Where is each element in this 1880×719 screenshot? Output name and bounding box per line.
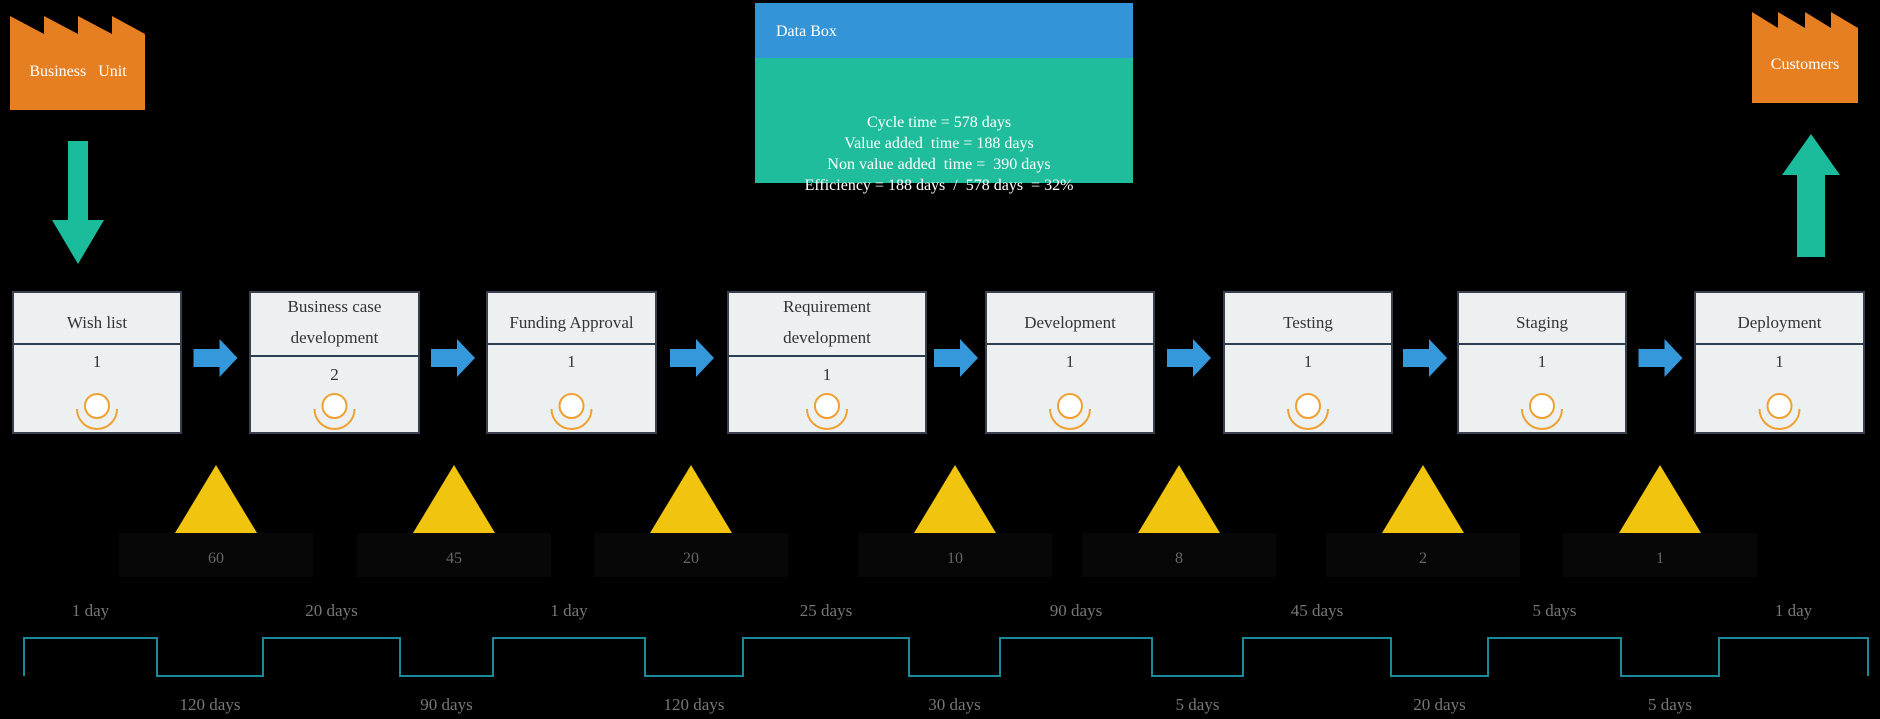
inventory-count: 2 <box>1419 550 1427 567</box>
operator-count: 2 <box>330 365 339 384</box>
inventory: 1 <box>1563 465 1757 577</box>
process-box[interactable]: Requirement development 1 <box>727 291 927 434</box>
waiting-time: 120 days <box>664 695 725 714</box>
value-added-time: 5 days <box>1533 601 1577 620</box>
push-arrow-icon <box>1167 339 1211 377</box>
process-box[interactable]: Deployment 1 <box>1694 291 1865 434</box>
waiting-time: 30 days <box>928 695 980 714</box>
process-box[interactable]: Staging 1 <box>1457 291 1627 434</box>
process-name: Development <box>1024 313 1116 332</box>
value-added-time: 25 days <box>800 601 852 620</box>
data-box-line: Cycle time = 578 days <box>867 114 1011 131</box>
waiting-time: 120 days <box>180 695 241 714</box>
value-added-time: 1 day <box>72 601 110 620</box>
process-box[interactable]: Business case development 2 <box>249 291 420 434</box>
process-name: Deployment <box>1737 313 1821 332</box>
inventory-triangle-icon <box>1382 465 1464 533</box>
data-box-line: Non value added time = 390 days <box>827 156 1050 173</box>
inventory-count: 8 <box>1175 550 1183 567</box>
inventory: 10 <box>858 465 1052 577</box>
process-name: development <box>783 328 871 347</box>
supplier-label: Business Unit <box>29 63 127 80</box>
value-added-time: 90 days <box>1050 601 1102 620</box>
inventory-triangle-icon <box>1619 465 1701 533</box>
inventory-count: 20 <box>683 550 699 567</box>
waiting-time: 20 days <box>1413 695 1465 714</box>
operator-count: 1 <box>567 352 576 371</box>
push-arrow-icon <box>193 339 238 377</box>
waiting-time: 90 days <box>420 695 472 714</box>
value-stream-map: Business Unit Customers Data Box Cycle t… <box>10 3 1869 714</box>
process-name: Business case <box>288 297 382 316</box>
inventory-triangle-icon <box>1138 465 1220 533</box>
process-box[interactable]: Development 1 <box>985 291 1155 434</box>
timeline-ladder <box>23 637 1869 677</box>
inventory: 8 <box>1082 465 1276 577</box>
operator-count: 1 <box>1066 352 1075 371</box>
inventory-count: 1 <box>1656 550 1664 567</box>
operator-count: 1 <box>1775 352 1784 371</box>
inventory-triangle-icon <box>413 465 495 533</box>
inventory-triangle-icon <box>914 465 996 533</box>
operator-count: 1 <box>1304 352 1313 371</box>
push-arrow-icon <box>1638 339 1683 377</box>
flow-arrow-up-icon <box>1782 134 1840 257</box>
process-box[interactable]: Wish list 1 <box>12 291 182 434</box>
inventory-count: 45 <box>446 550 462 567</box>
inventory-triangle-icon <box>650 465 732 533</box>
operator-count: 1 <box>823 365 832 384</box>
inventory: 2 <box>1326 465 1520 577</box>
value-added-time: 1 day <box>1775 601 1813 620</box>
operator-count: 1 <box>93 352 102 371</box>
inventory: 20 <box>594 465 788 577</box>
process-name: Requirement <box>783 297 871 316</box>
customer[interactable]: Customers <box>1752 12 1858 103</box>
push-arrow-icon <box>670 339 714 377</box>
data-box-title: Data Box <box>776 23 837 40</box>
value-added-time: 20 days <box>305 601 357 620</box>
customer-label: Customers <box>1771 56 1839 73</box>
operator-count: 1 <box>1538 352 1547 371</box>
inventory-count: 60 <box>208 550 224 567</box>
supplier[interactable]: Business Unit <box>10 16 145 110</box>
inventory: 60 <box>119 465 313 577</box>
process-name: development <box>291 328 379 347</box>
push-arrow-icon <box>1403 339 1447 377</box>
flow-arrow-down-icon <box>52 141 104 264</box>
value-added-time: 1 day <box>550 601 588 620</box>
data-box-line: Efficiency = 188 days / 578 days = 32% <box>805 177 1074 194</box>
process-name: Funding Approval <box>509 313 633 332</box>
inventory-triangle-icon <box>175 465 257 533</box>
push-arrow-icon <box>431 339 475 377</box>
process-name: Staging <box>1516 313 1568 332</box>
process-name: Wish list <box>67 313 128 332</box>
process-box[interactable]: Testing 1 <box>1223 291 1393 434</box>
inventory: 45 <box>357 465 551 577</box>
push-arrow-icon <box>934 339 978 377</box>
data-box-line: Value added time = 188 days <box>844 135 1033 152</box>
process-name: Testing <box>1283 313 1333 332</box>
data-box: Data Box Cycle time = 578 days Value add… <box>755 3 1133 194</box>
waiting-time: 5 days <box>1648 695 1692 714</box>
inventory-count: 10 <box>947 550 963 567</box>
process-box[interactable]: Funding Approval 1 <box>486 291 657 434</box>
value-added-time: 45 days <box>1291 601 1343 620</box>
waiting-time: 5 days <box>1176 695 1220 714</box>
